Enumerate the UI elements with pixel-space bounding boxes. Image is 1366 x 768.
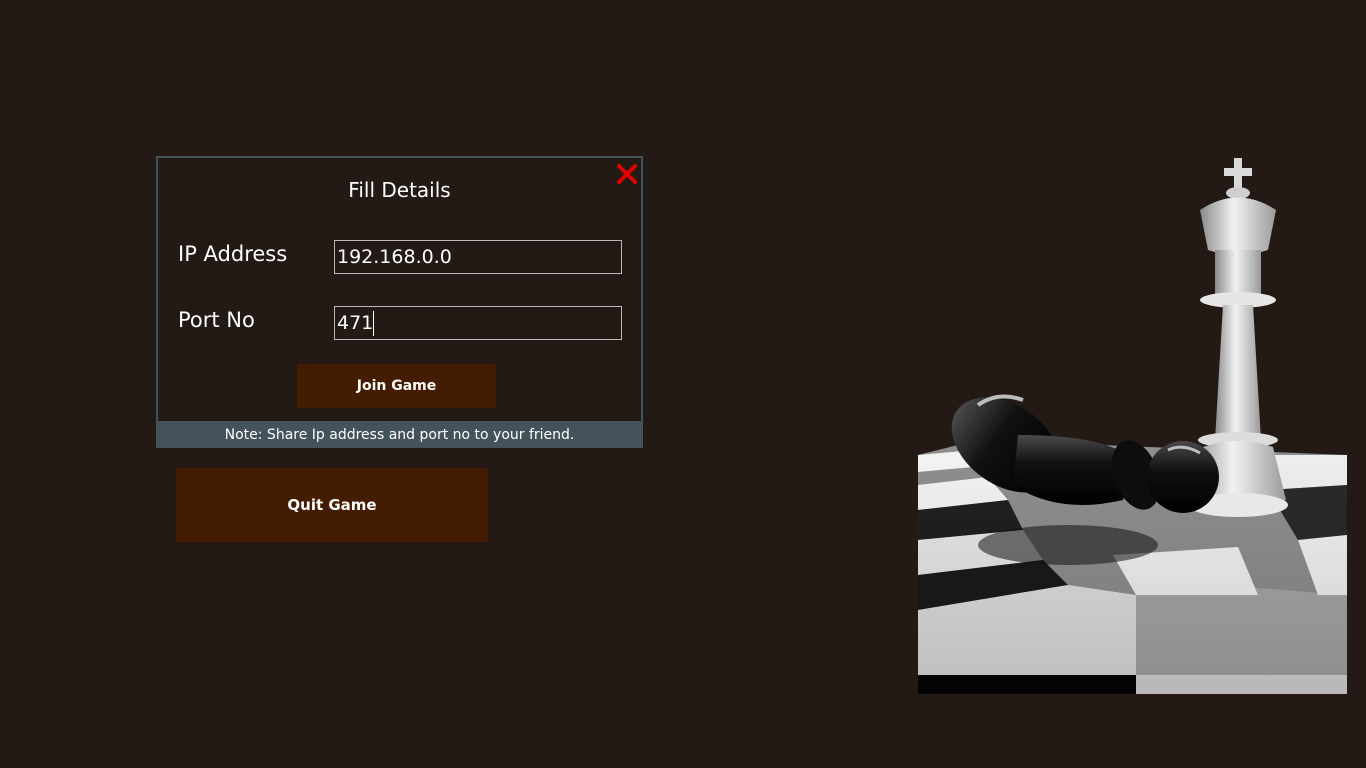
note-text: Note: Share Ip address and port no to yo…: [224, 426, 575, 443]
note-bar: Note: Share Ip address and port no to yo…: [156, 421, 643, 448]
dialog-title: Fill Details: [348, 178, 451, 202]
ip-address-label: IP Address: [178, 242, 288, 266]
port-no-input[interactable]: [334, 306, 622, 340]
chess-king-pawn-image: [918, 158, 1347, 694]
game-screen: Fill Details IP Address Port No Join Gam…: [0, 0, 1366, 768]
quit-game-button[interactable]: Quit Game: [176, 468, 488, 542]
join-game-button[interactable]: Join Game: [297, 364, 496, 408]
text-caret: [373, 311, 374, 336]
fill-details-dialog: Fill Details IP Address Port No Join Gam…: [156, 156, 643, 448]
close-icon[interactable]: [615, 162, 639, 186]
ip-address-input[interactable]: [334, 240, 622, 274]
port-no-label: Port No: [178, 308, 255, 332]
